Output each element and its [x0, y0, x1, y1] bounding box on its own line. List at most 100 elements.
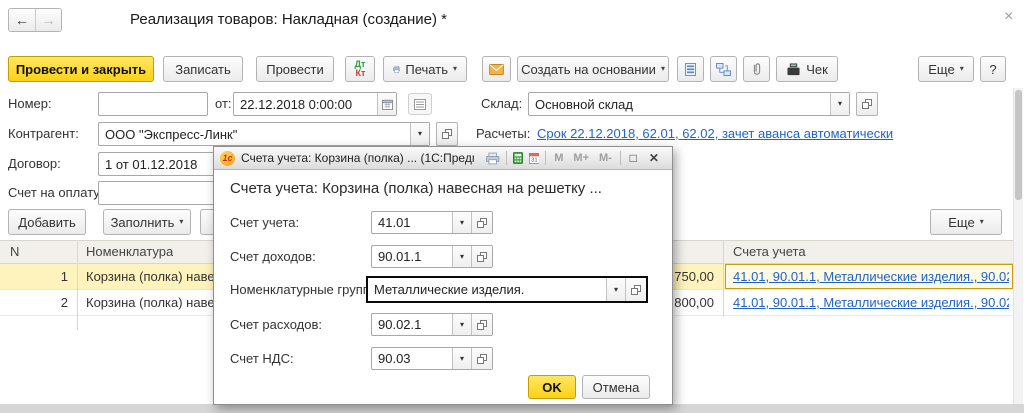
calendar-31-icon[interactable]: 31 — [529, 151, 540, 165]
titlebar-divider — [506, 151, 507, 165]
date-input[interactable]: 22.12.2018 0:00:00 — [233, 92, 397, 116]
list-icon — [685, 63, 696, 76]
calendar-icon[interactable] — [377, 93, 396, 115]
open-icon[interactable] — [471, 212, 492, 233]
column-divider — [723, 240, 724, 317]
more-button-table[interactable]: Еще ▾ — [930, 209, 1002, 235]
row-accounts-link[interactable]: 41.01, 90.01.1, Металлические изделия., … — [733, 295, 1009, 310]
dropdown-icon[interactable]: ▾ — [830, 93, 849, 115]
number-label: Номер: — [8, 96, 52, 111]
dtkt-button[interactable]: Дт Кт — [345, 56, 375, 82]
ok-label: OK — [542, 380, 562, 395]
nomenclature-groups-input[interactable]: Металлические изделия. ▾ — [366, 276, 648, 303]
dropdown-icon[interactable]: ▾ — [410, 123, 429, 145]
dialog-close-icon[interactable]: ✕ — [646, 151, 662, 165]
document-journal-button[interactable] — [408, 93, 432, 115]
warehouse-label: Склад: — [481, 96, 522, 111]
open-icon[interactable] — [471, 348, 492, 369]
post-button[interactable]: Провести — [256, 56, 334, 82]
paperclip-icon — [751, 62, 763, 76]
more-label: Еще — [928, 62, 954, 77]
column-header-accounts[interactable]: Счета учета — [733, 244, 806, 259]
counterparty-label: Контрагент: — [8, 126, 79, 141]
page-title: Реализация товаров: Накладная (создание)… — [130, 11, 447, 28]
income-account-value: 90.01.1 — [372, 246, 452, 267]
printer-icon — [393, 63, 400, 76]
svg-text:31: 31 — [531, 158, 537, 164]
counterparty-input[interactable]: ООО "Экспресс-Линк" ▾ — [98, 122, 430, 146]
row-accounts-link[interactable]: 41.01, 90.01.1, Металлические изделия., … — [733, 269, 1009, 284]
post-and-close-button[interactable]: Провести и закрыть — [8, 56, 154, 82]
account-value: 41.01 — [372, 212, 452, 233]
cancel-button[interactable]: Отмена — [582, 375, 650, 399]
window-close-icon[interactable]: × — [1004, 8, 1013, 26]
dropdown-icon[interactable]: ▾ — [452, 246, 471, 267]
print-button[interactable]: Печать ▾ — [383, 56, 467, 82]
memory-m-button[interactable]: M — [552, 152, 565, 164]
dropdown-icon[interactable]: ▾ — [452, 348, 471, 369]
caret-down-icon: ▾ — [661, 65, 665, 73]
more-button-main[interactable]: Еще ▾ — [918, 56, 974, 82]
ok-button[interactable]: OK — [528, 375, 576, 399]
dropdown-icon[interactable]: ▾ — [452, 314, 471, 335]
dropdown-icon[interactable]: ▾ — [606, 278, 625, 301]
structure-icon — [716, 63, 731, 76]
back-button[interactable]: ← — [9, 9, 35, 31]
print-preview-icon[interactable] — [486, 152, 499, 165]
column-header-nomenclature[interactable]: Номенклатура — [86, 244, 173, 259]
memory-m-plus-button[interactable]: M+ — [571, 152, 591, 164]
titlebar-divider — [620, 151, 621, 165]
column-header-n[interactable]: N — [10, 244, 19, 259]
expense-account-input[interactable]: 90.02.1 ▾ — [371, 313, 493, 336]
save-button[interactable]: Записать — [163, 56, 243, 82]
dialog-titlebar[interactable]: 1с Счета учета: Корзина (полка) ... (1С:… — [214, 147, 672, 170]
open-icon[interactable] — [471, 314, 492, 335]
nomenclature-groups-label: Номенклатурные группы: — [230, 282, 383, 297]
settlements-label: Расчеты: — [476, 126, 530, 141]
contract-label: Договор: — [8, 156, 61, 171]
account-input[interactable]: 41.01 ▾ — [371, 211, 493, 234]
fill-button[interactable]: Заполнить ▾ — [103, 209, 191, 235]
number-value — [99, 93, 207, 115]
scrollbar-thumb[interactable] — [1015, 90, 1022, 200]
vat-account-input[interactable]: 90.03 ▾ — [371, 347, 493, 370]
fill-label: Заполнить — [111, 215, 175, 230]
check-button[interactable]: Чек — [776, 56, 838, 82]
related-documents-button[interactable] — [710, 56, 737, 82]
open-icon[interactable] — [625, 278, 646, 301]
forward-button[interactable]: → — [35, 9, 61, 31]
caret-down-icon: ▾ — [453, 65, 457, 73]
reports-list-button[interactable] — [677, 56, 704, 82]
open-icon — [862, 99, 872, 109]
warehouse-input[interactable]: Основной склад ▾ — [528, 92, 850, 116]
help-button[interactable]: ? — [980, 56, 1006, 82]
income-account-input[interactable]: 90.01.1 ▾ — [371, 245, 493, 268]
settlements-link[interactable]: Срок 22.12.2018, 62.01, 62.02, зачет ава… — [537, 126, 893, 141]
email-button[interactable] — [482, 56, 511, 82]
create-based-on-button[interactable]: Создать на основании ▾ — [517, 56, 669, 82]
invoice-label: Счет на оплату: — [8, 185, 103, 200]
add-label: Добавить — [18, 215, 75, 230]
cancel-label: Отмена — [593, 380, 640, 395]
warehouse-open-button[interactable] — [856, 92, 878, 116]
nomenclature-groups-value: Металлические изделия. — [368, 278, 606, 301]
from-label: от: — [215, 96, 232, 111]
memory-m-minus-button[interactable]: M- — [597, 152, 614, 164]
document-list-icon — [414, 99, 426, 110]
maximize-icon[interactable]: □ — [627, 151, 640, 165]
dtkt-icon: Дт Кт — [355, 60, 366, 78]
number-input[interactable] — [98, 92, 208, 116]
attachments-button[interactable] — [743, 56, 770, 82]
add-row-button[interactable]: Добавить — [8, 209, 86, 235]
calculator-icon[interactable] — [513, 151, 523, 165]
envelope-icon — [489, 64, 504, 75]
dropdown-icon[interactable]: ▾ — [452, 212, 471, 233]
vertical-scrollbar[interactable] — [1013, 88, 1023, 404]
print-label: Печать — [405, 62, 448, 77]
cash-register-icon — [786, 63, 801, 76]
forward-arrow-icon: → — [42, 12, 56, 28]
open-icon[interactable] — [471, 246, 492, 267]
counterparty-open-button[interactable] — [436, 122, 458, 146]
vat-account-value: 90.03 — [372, 348, 452, 369]
titlebar-divider — [545, 151, 546, 165]
